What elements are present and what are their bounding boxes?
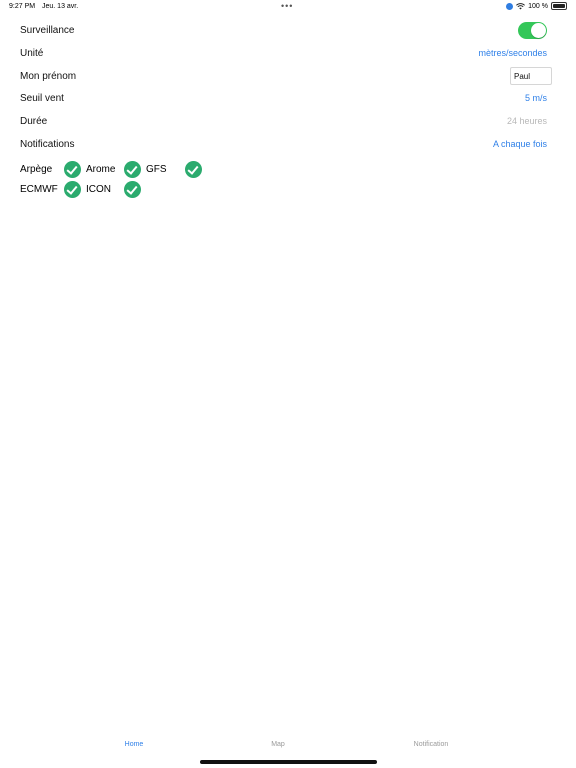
- notifications-selector[interactable]: A chaque fois: [493, 139, 547, 149]
- tab-bar: Home Map Notification: [0, 738, 576, 758]
- first-name-input[interactable]: [510, 67, 552, 85]
- duration-label: Durée: [20, 115, 48, 127]
- surveillance-toggle[interactable]: [518, 21, 547, 39]
- toggle-knob: [531, 22, 546, 38]
- row-wind-threshold: Seuil vent 5 m/s: [20, 89, 547, 107]
- battery-icon: [551, 2, 567, 10]
- row-unit: Unité mètres/secondes: [20, 44, 547, 62]
- multitasking-dots-icon[interactable]: •••: [281, 1, 293, 11]
- first-name-label: Mon prénom: [20, 70, 77, 82]
- model-label-arpege: Arpège: [20, 164, 53, 175]
- tab-notification[interactable]: Notification: [414, 741, 449, 748]
- row-first-name: Mon prénom: [20, 67, 552, 85]
- app-screen: 9:27 PM Jeu. 13 avr. ••• 100 % Surveilla…: [0, 0, 576, 768]
- model-label-gfs: GFS: [146, 164, 167, 175]
- tab-map[interactable]: Map: [271, 741, 285, 748]
- model-check-icon-icon[interactable]: [124, 181, 141, 198]
- status-date: Jeu. 13 avr.: [42, 3, 79, 10]
- unit-selector[interactable]: mètres/secondes: [478, 48, 547, 58]
- status-indicators: 100 %: [506, 2, 567, 10]
- unit-label: Unité: [20, 47, 44, 59]
- row-notifications: Notifications A chaque fois: [20, 135, 547, 153]
- row-duration: Durée 24 heures: [20, 112, 547, 130]
- status-time: 9:27 PM: [9, 3, 36, 10]
- duration-selector[interactable]: 24 heures: [507, 116, 547, 126]
- model-check-arome-icon[interactable]: [124, 161, 141, 178]
- row-surveillance: Surveillance: [20, 21, 547, 39]
- home-indicator[interactable]: [200, 760, 377, 764]
- notifications-label: Notifications: [20, 138, 75, 150]
- wind-threshold-selector[interactable]: 5 m/s: [525, 93, 547, 103]
- surveillance-label: Surveillance: [20, 24, 75, 36]
- wifi-icon: [516, 2, 526, 9]
- tab-home[interactable]: Home: [125, 741, 144, 748]
- wind-threshold-label: Seuil vent: [20, 92, 64, 104]
- model-label-icon: ICON: [86, 184, 111, 195]
- status-bar: 9:27 PM Jeu. 13 avr. ••• 100 %: [0, 0, 576, 14]
- model-check-arpege-icon[interactable]: [64, 161, 81, 178]
- model-label-arome: Arome: [86, 164, 116, 175]
- model-check-gfs-icon[interactable]: [185, 161, 202, 178]
- battery-percent: 100 %: [528, 2, 548, 10]
- model-label-ecmwf: ECMWF: [20, 184, 58, 195]
- location-icon: [506, 2, 514, 10]
- model-check-ecmwf-icon[interactable]: [64, 181, 81, 198]
